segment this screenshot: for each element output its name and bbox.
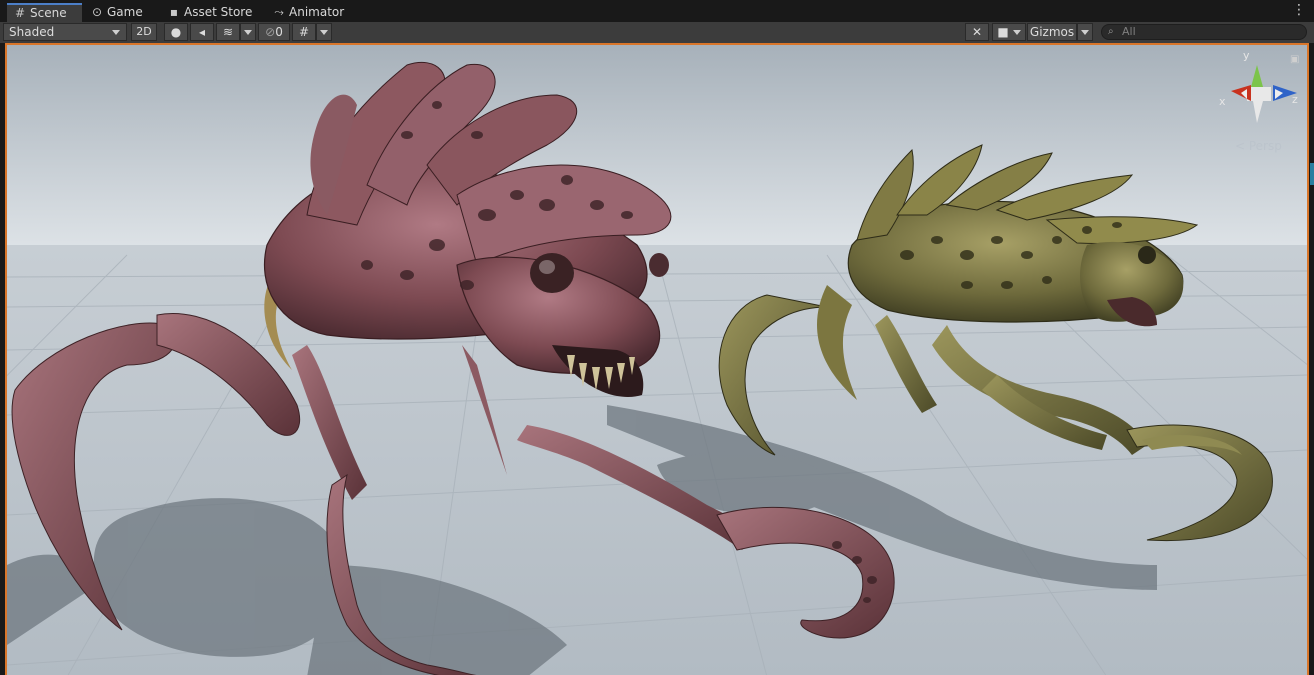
effects-dropdown-button[interactable]: [240, 23, 256, 41]
lighting-toggle-button[interactable]: ●: [164, 23, 188, 41]
scene-search-field[interactable]: ⌕ All: [1101, 24, 1307, 40]
tab-scene[interactable]: # Scene: [7, 3, 82, 22]
search-icon: ⌕: [1108, 26, 1114, 37]
projection-toggle[interactable]: < Persp: [1235, 139, 1282, 153]
bag-icon: ▪: [169, 5, 179, 19]
tab-asset-store-label: Asset Store: [184, 5, 253, 19]
chevron-down-icon: [320, 30, 328, 35]
eye-slash-icon: ⊘: [265, 25, 276, 39]
hidden-objects-count: 0: [275, 25, 283, 39]
animator-icon: ⤳: [274, 5, 284, 19]
tools-button[interactable]: ✕: [965, 23, 989, 41]
hidden-objects-toggle[interactable]: ⊘0: [258, 23, 290, 41]
scene-search-placeholder: All: [1122, 25, 1136, 38]
grid-dropdown-button[interactable]: [316, 23, 332, 41]
more-options-icon[interactable]: ⋮: [1292, 2, 1306, 18]
tools-icon: ✕: [971, 25, 983, 39]
gizmos-dropdown-button[interactable]: [1077, 23, 1093, 41]
shading-mode-dropdown[interactable]: Shaded: [3, 23, 127, 41]
grid-toggle-button[interactable]: #: [292, 23, 316, 41]
editor-tab-bar: # Scene ⊙ Game ▪ Asset Store ⤳ Animator ⋮: [0, 0, 1314, 23]
camera-settings-button[interactable]: ■: [992, 23, 1026, 41]
layers-icon: ≋: [222, 25, 234, 39]
gizmos-button[interactable]: Gizmos: [1027, 23, 1077, 41]
grid-icon: #: [14, 6, 26, 20]
scene-viewport[interactable]: y x z ▣ < Persp: [5, 43, 1309, 675]
lock-icon[interactable]: ▣: [1290, 54, 1299, 65]
gamepad-icon: ⊙: [91, 5, 103, 19]
gizmos-label: Gizmos: [1029, 25, 1075, 39]
chevron-down-icon: [112, 30, 120, 35]
tab-game[interactable]: ⊙ Game: [84, 3, 156, 22]
lightbulb-icon: ●: [170, 25, 182, 39]
grid-snap-icon: #: [298, 25, 310, 39]
2d-toggle-button[interactable]: 2D: [131, 23, 157, 41]
axis-y-label: y: [1243, 49, 1250, 62]
scene-toolbar: Shaded 2D ● ◂ ≋ ⊘0 # ✕ ■ Gizmos ⌕ All: [0, 22, 1314, 44]
chevron-down-icon: [244, 30, 252, 35]
chevron-down-icon: [1012, 30, 1021, 35]
axis-z-label: z: [1292, 93, 1298, 106]
side-panel-tab[interactable]: [1310, 163, 1314, 185]
right-panel-edge: [1309, 43, 1314, 675]
tab-game-label: Game: [107, 5, 143, 19]
tab-animator[interactable]: ⤳ Animator: [266, 3, 350, 22]
tab-animator-label: Animator: [289, 5, 345, 19]
audio-toggle-button[interactable]: ◂: [190, 23, 214, 41]
shading-mode-value: Shaded: [9, 25, 55, 39]
camera-icon: ■: [997, 25, 1009, 39]
effects-toggle-button[interactable]: ≋: [216, 23, 240, 41]
speaker-icon: ◂: [198, 25, 206, 39]
scene-render: [7, 45, 1307, 675]
2d-toggle-label: 2D: [136, 25, 152, 38]
chevron-down-icon: [1081, 30, 1089, 35]
axis-x-label: x: [1219, 95, 1226, 108]
tab-asset-store[interactable]: ▪ Asset Store: [161, 3, 257, 22]
tab-scene-label: Scene: [30, 6, 67, 20]
